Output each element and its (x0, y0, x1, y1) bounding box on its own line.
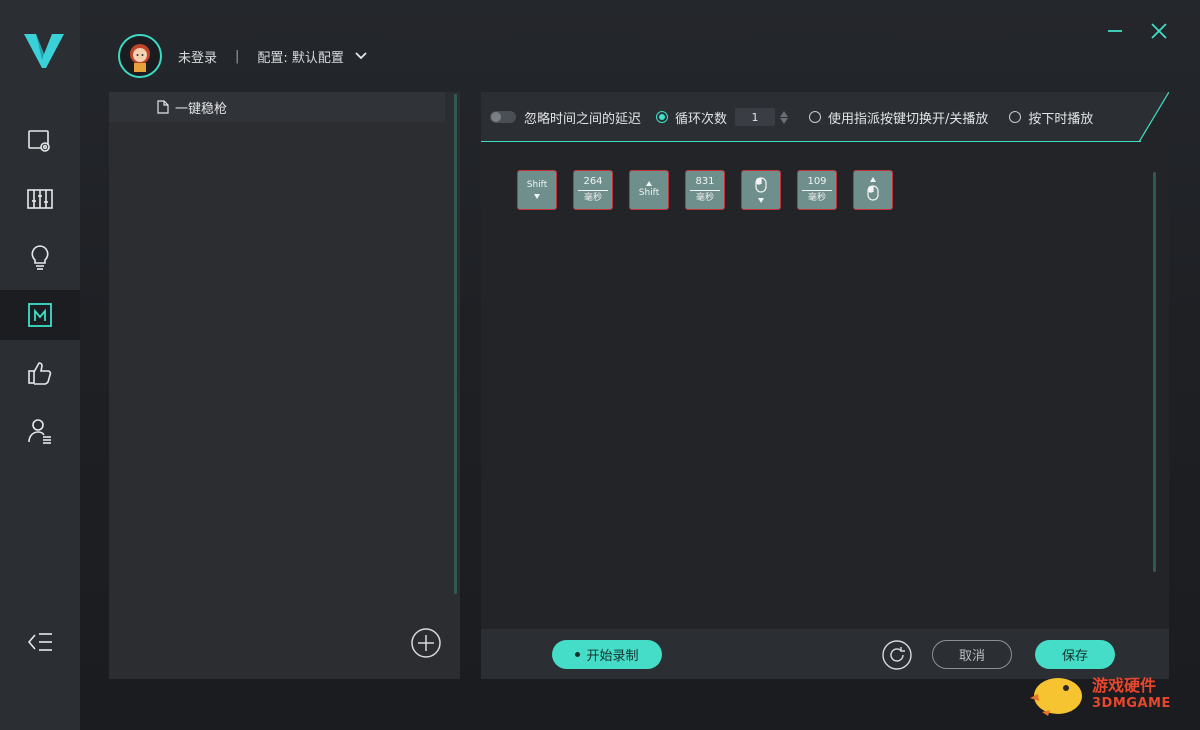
loop-count-option[interactable]: 循环次数 1 (656, 108, 789, 127)
ignore-delay-option[interactable]: 忽略时间之间的延迟 (490, 108, 641, 127)
add-macro-button[interactable] (411, 628, 441, 658)
delay-event[interactable]: 109 毫秒 (797, 170, 837, 210)
nav-recommend[interactable] (0, 348, 80, 398)
mouse-icon (867, 185, 879, 201)
lightbulb-icon (31, 245, 49, 270)
nav-lighting[interactable] (0, 232, 80, 282)
press-playback-option[interactable]: 按下时播放 (1009, 108, 1093, 127)
start-record-button[interactable]: 开始录制 (552, 640, 662, 669)
window-controls (1104, 20, 1170, 42)
key-up-arrow-icon (870, 177, 876, 182)
key-label: Shift (526, 180, 548, 191)
mouse-icon (755, 177, 767, 193)
scrollbar[interactable] (1153, 172, 1156, 572)
scrollbar[interactable] (454, 94, 457, 594)
save-button[interactable]: 保存 (1035, 640, 1115, 669)
chevron-down-icon (355, 52, 367, 60)
loop-count-stepper[interactable] (780, 110, 789, 124)
key-down-arrow-icon (534, 193, 540, 199)
equalizer-icon (27, 189, 53, 209)
toolbar-corner-accent (1139, 92, 1169, 142)
macro-list-panel: 一键稳枪 (109, 92, 460, 679)
macro-name: 一键稳枪 (175, 101, 228, 117)
logo-icon (24, 34, 64, 68)
record-dot-icon (575, 652, 581, 657)
watermark: 游戏硬件 3DMGAME (1030, 666, 1171, 716)
macro-sequence: Shift 264 毫秒 Shift 831 毫秒 109 毫秒 (517, 170, 893, 210)
delay-unit: 毫秒 (807, 193, 826, 204)
login-status[interactable]: 未登录 (178, 47, 217, 66)
minimize-button[interactable] (1104, 20, 1126, 42)
minimize-icon (1108, 30, 1122, 32)
thumbs-up-icon (28, 362, 52, 385)
ignore-delay-toggle[interactable] (490, 111, 516, 123)
nav-equalizer[interactable] (0, 174, 80, 224)
loop-count-label: 循环次数 (675, 111, 728, 127)
collapse-menu-icon (27, 633, 52, 651)
delay-value: 264 (583, 176, 603, 188)
mouse-event-up[interactable] (853, 170, 893, 210)
delay-unit: 毫秒 (695, 193, 714, 204)
key-down-arrow-icon (758, 198, 764, 203)
duck-mascot-icon (1030, 678, 1082, 716)
app-window: 未登录 | 配置: 默认配置 一键稳枪 忽略时间之间的延迟 循环次数 1 使用指… (0, 0, 1200, 730)
user-avatar-icon (130, 44, 150, 72)
close-icon (1151, 23, 1167, 39)
reset-button[interactable] (882, 640, 912, 670)
options-toolbar: 忽略时间之间的延迟 循环次数 1 使用指派按键切换开/关播放 按下时播放 (481, 92, 1169, 142)
nav-monitor-settings[interactable] (0, 116, 80, 166)
loop-count-input[interactable]: 1 (735, 108, 776, 126)
macro-editor-panel: 忽略时间之间的延迟 循环次数 1 使用指派按键切换开/关播放 按下时播放 Shi… (481, 92, 1169, 679)
collapse-sidebar-button[interactable] (0, 620, 80, 664)
profile-label: 配置: 默认配置 (257, 50, 344, 66)
monitor-settings-icon (28, 130, 50, 152)
nav-account[interactable] (0, 406, 80, 456)
press-playback-label: 按下时播放 (1028, 111, 1094, 127)
cancel-button[interactable]: 取消 (932, 640, 1012, 669)
header-separator: | (235, 48, 240, 64)
macro-icon (28, 303, 52, 327)
start-record-label: 开始录制 (586, 649, 639, 664)
toolbar-underline (481, 141, 1141, 142)
key-event-shift-down[interactable]: Shift (517, 170, 557, 210)
ignore-delay-label: 忽略时间之间的延迟 (524, 111, 642, 127)
mouse-event-down[interactable] (741, 170, 781, 210)
key-label: Shift (638, 188, 660, 199)
press-playback-radio[interactable] (1009, 111, 1022, 123)
file-icon (157, 100, 169, 114)
loop-count-radio[interactable] (656, 111, 669, 123)
profile-selector[interactable]: 配置: 默认配置 (257, 47, 368, 66)
key-up-arrow-icon (646, 181, 652, 187)
header: 未登录 | 配置: 默认配置 (118, 34, 368, 78)
delay-value: 109 (807, 176, 827, 188)
list-item[interactable]: 一键稳枪 (109, 92, 445, 122)
key-event-shift-up[interactable]: Shift (629, 170, 669, 210)
avatar[interactable] (118, 34, 162, 78)
nav-macro[interactable] (0, 290, 80, 340)
toggle-playback-radio[interactable] (809, 111, 822, 123)
close-button[interactable] (1148, 20, 1170, 42)
delay-event[interactable]: 264 毫秒 (573, 170, 613, 210)
sidebar (0, 0, 80, 730)
delay-event[interactable]: 831 毫秒 (685, 170, 725, 210)
toggle-playback-option[interactable]: 使用指派按键切换开/关播放 (809, 108, 988, 127)
toggle-playback-label: 使用指派按键切换开/关播放 (828, 111, 989, 127)
watermark-line1: 游戏硬件 (1092, 675, 1157, 695)
user-list-icon (28, 419, 51, 444)
delay-value: 831 (695, 176, 715, 188)
watermark-line2: 3DMGAME (1092, 695, 1171, 711)
delay-unit: 毫秒 (583, 193, 602, 204)
